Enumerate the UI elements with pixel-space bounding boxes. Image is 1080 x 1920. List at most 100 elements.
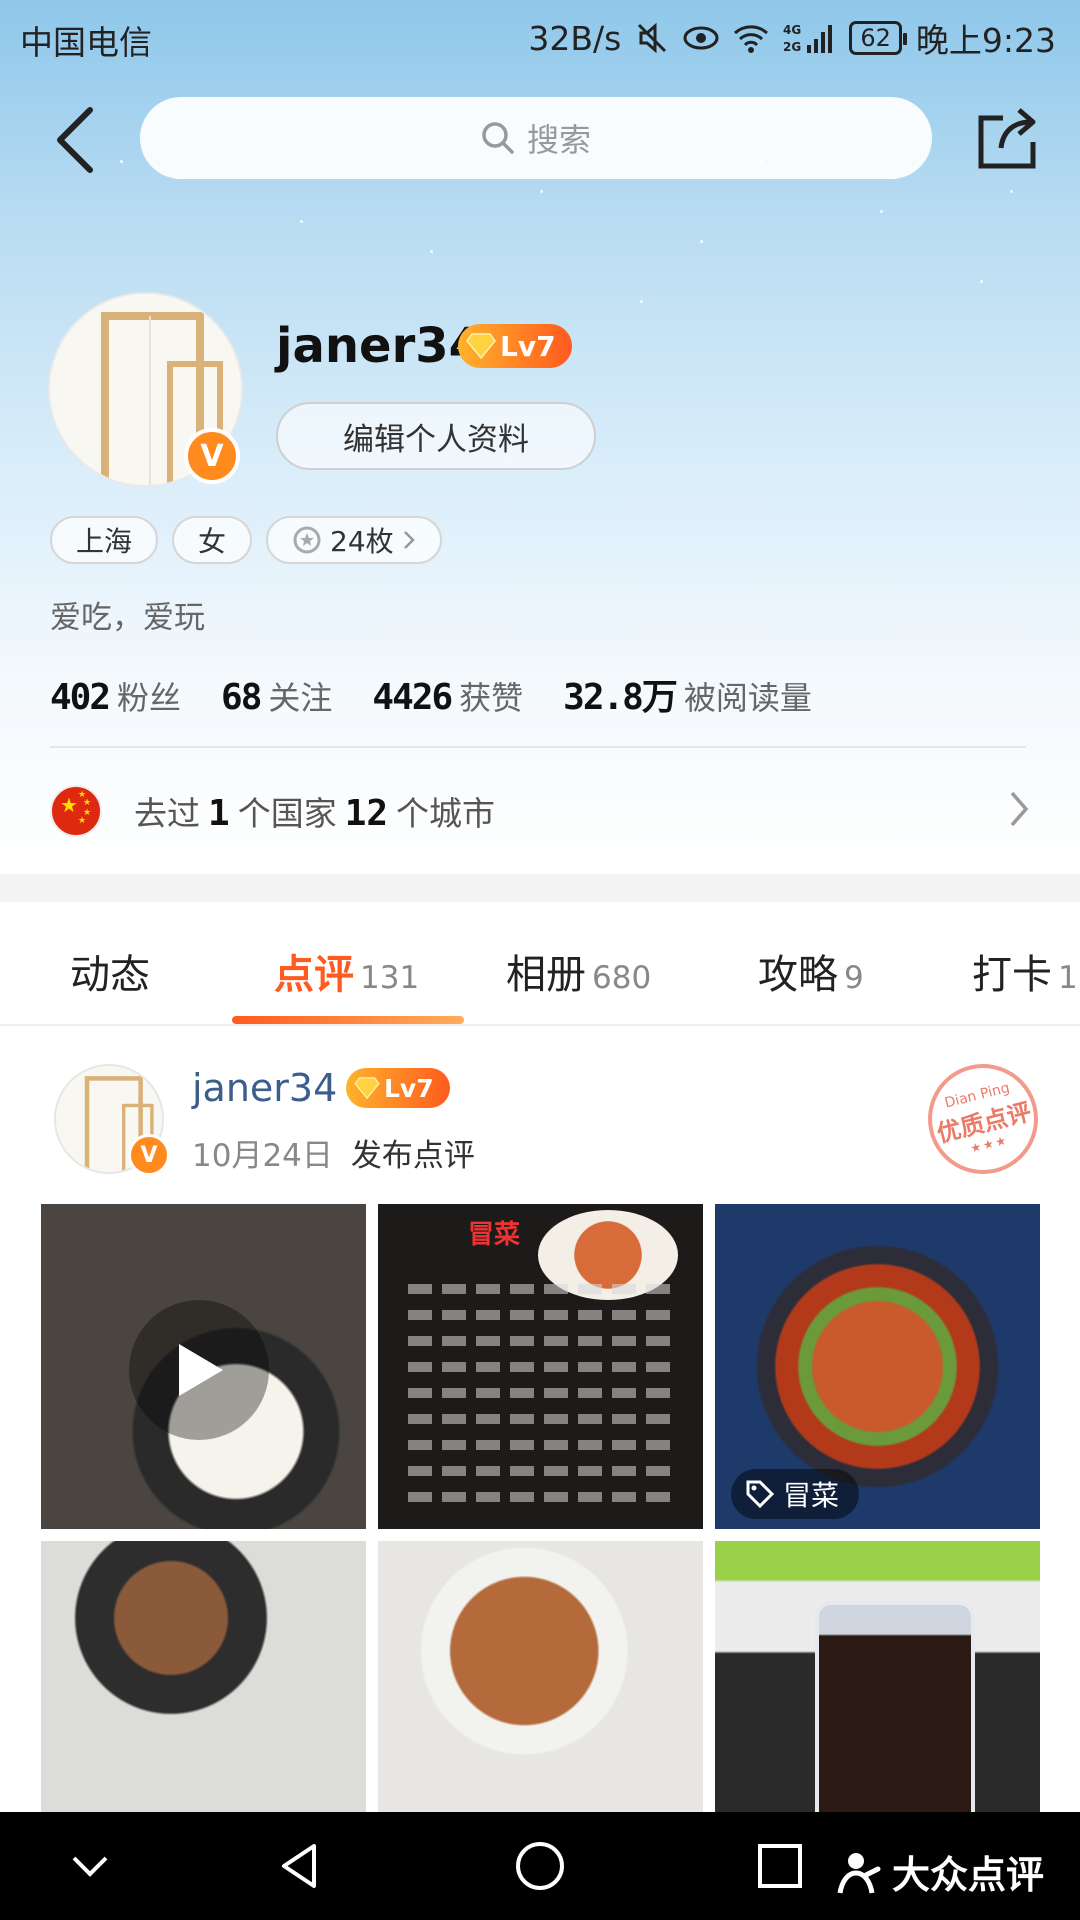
verified-badge: V [184,428,240,484]
post-photo-fried-pork[interactable] [378,1541,703,1816]
search-icon [482,122,514,154]
cities-count: 12 [344,793,389,834]
play-button[interactable] [129,1300,269,1440]
menu-text-lines [408,1284,673,1518]
medals-tag[interactable]: 24枚 [266,516,442,564]
post-action: 发布点评 [350,1138,475,1174]
play-icon [179,1344,223,1396]
medal-icon [293,526,321,554]
city-tag[interactable]: 上海 [50,516,159,564]
level-badge[interactable]: Lv7 [458,324,572,368]
svg-text:2G: 2G [783,40,801,54]
level-label: Lv7 [500,329,556,363]
profile-tabs: 动态 点评 131 相册 680 攻略 9 打卡 1 [0,902,1080,1026]
search-placeholder: 搜索 [526,121,591,159]
menu-title: 冒菜 [468,1220,521,1250]
chevron-right-icon [403,531,415,549]
quality-review-stamp: Dian Ping 优质点评 ★★★ [916,1052,1050,1186]
profile-bio: 爱吃，爱玩 [50,600,205,636]
tab-reviews[interactable]: 点评 131 [274,942,419,1000]
dish-tag[interactable]: 冒菜 [731,1469,860,1519]
net-speed: 32B/s [528,18,622,58]
post-photo-drink[interactable] [715,1541,1040,1816]
diamond-icon [466,333,496,359]
post-photo-menu[interactable]: 冒菜 [378,1204,703,1529]
tab-label: 打卡 [972,952,1052,998]
carrier-label: 中国电信 [20,23,152,62]
dianping-logo-icon [837,1852,881,1893]
share-icon [978,108,1036,169]
tab-checkins[interactable]: 打卡 1 [972,942,1078,1000]
svg-text:4G: 4G [783,23,801,37]
tab-guides[interactable]: 攻略 9 [758,942,864,1000]
post-meta: 10月24日 发布点评 [192,1130,475,1175]
tab-count: 9 [844,960,864,996]
travel-summary-row[interactable]: ★ ★ ★ ★ ★ 去过 1 个国家 12 个城市 [50,781,1030,841]
section-separator [0,874,1080,902]
post-photo-noodles[interactable] [41,1541,366,1816]
tab-label: 点评 [274,952,354,998]
eye-icon [683,26,719,50]
reads-label: 被阅读量 [683,679,812,717]
signal-icon: 4G2G [783,23,833,54]
chevron-right-icon [1010,791,1029,827]
fans-stat[interactable]: 402 粉丝 [50,673,181,719]
app-brand-watermark: 大众点评 [836,1844,1044,1899]
profile-username: janer34 [276,318,483,374]
wifi-icon [734,25,769,53]
travel-text: 去过 1 个国家 12 个城市 [134,787,495,835]
edit-profile-button[interactable]: 编辑个人资料 [276,402,596,470]
dish-tag-label: 冒菜 [783,1479,840,1512]
tab-label: 相册 [506,952,586,998]
recents-square-icon[interactable] [752,1838,808,1894]
tab-album[interactable]: 相册 680 [506,942,651,1000]
countries-count: 1 [208,793,230,834]
reads-stat[interactable]: 32.8万 被阅读量 [563,668,812,720]
post-date: 10月24日 [192,1138,333,1174]
gender-tag[interactable]: 女 [172,516,253,564]
china-flag-icon: ★ ★ ★ ★ ★ [50,785,102,837]
mute-icon [638,22,667,54]
tab-label: 攻略 [758,952,838,998]
post-photo-video[interactable] [41,1204,366,1529]
travel-prefix: 去过 [134,794,200,833]
medals-count: 24枚 [330,525,394,558]
cities-unit: 个城市 [396,794,496,833]
post-author-name[interactable]: janer34 [192,1066,337,1110]
chevron-down-icon[interactable] [62,1838,118,1894]
brand-name: 大众点评 [892,1853,1045,1897]
profile-stats: 402 粉丝 68 关注 4426 获赞 32.8万 被阅读量 [50,668,812,720]
post-photo-dish[interactable]: 冒菜 [715,1204,1040,1529]
tag-icon [746,1480,775,1509]
fans-label: 粉丝 [117,679,182,717]
search-input[interactable]: 搜索 [140,97,932,179]
likes-count: 4426 [372,677,453,718]
fans-count: 402 [50,677,111,718]
tab-count: 1 [1058,960,1078,996]
tab-label: 动态 [70,952,150,998]
profile-tags: 上海 女 24枚 [50,516,442,564]
level-label: Lv7 [384,1073,434,1103]
home-circle-icon[interactable] [512,1838,568,1894]
back-button[interactable] [46,100,106,180]
active-tab-indicator [232,1016,464,1024]
drink-jar-image [815,1601,975,1816]
diamond-icon [354,1077,380,1099]
share-button[interactable] [975,102,1039,172]
likes-label: 获赞 [459,679,524,717]
likes-stat[interactable]: 4426 获赞 [372,673,523,719]
following-count: 68 [221,677,262,718]
status-bar: 中国电信 32B/s 4G 2G 62 晚上9:23 [0,0,1080,74]
battery-icon: 62 [849,21,907,55]
reads-count: 32.8万 [563,677,678,718]
back-triangle-icon[interactable] [272,1838,328,1894]
divider [50,746,1026,748]
tab-count: 680 [592,960,652,996]
system-nav-bar: 大众点评 [0,1812,1080,1920]
chevron-left-icon [57,107,93,173]
countries-unit: 个国家 [237,794,337,833]
following-stat[interactable]: 68 关注 [221,673,332,719]
tab-moments[interactable]: 动态 [70,942,156,1000]
verified-badge: V [128,1134,170,1176]
post-level-badge: Lv7 [346,1068,450,1108]
